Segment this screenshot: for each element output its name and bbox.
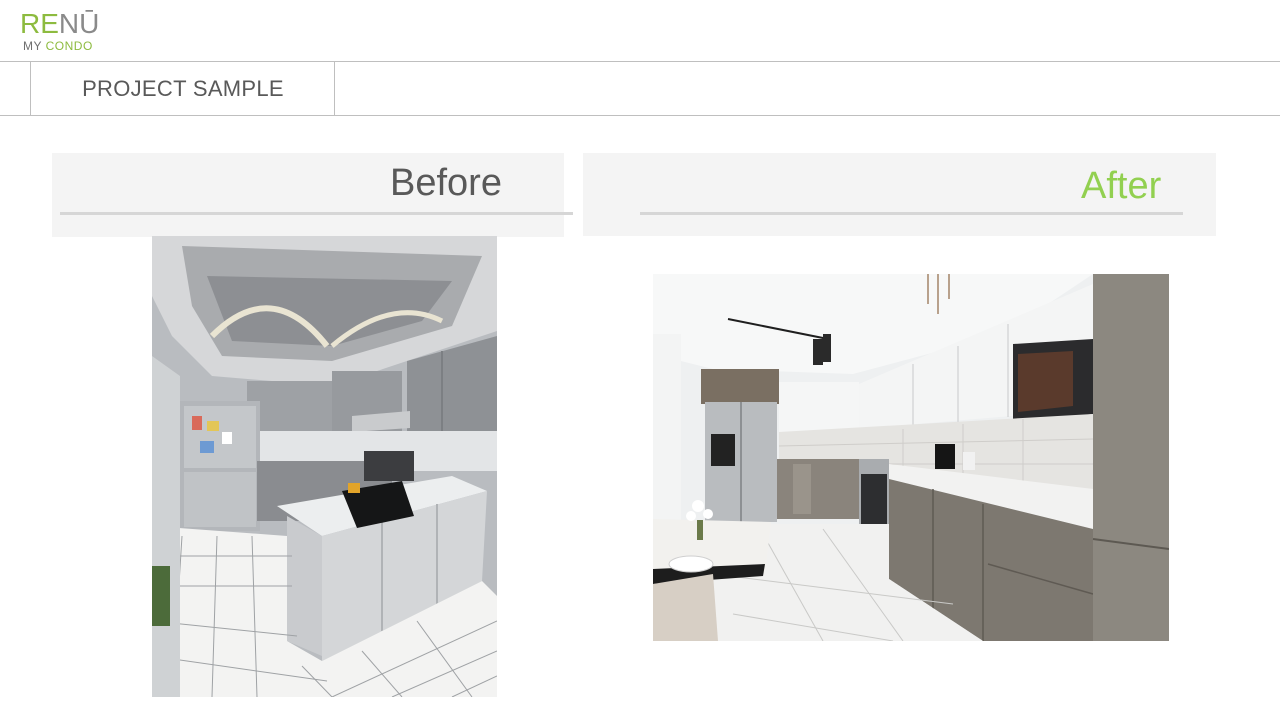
- kitchen-after-photo: [653, 274, 1169, 641]
- logo-tagline: MY CONDO: [23, 39, 93, 53]
- logo-wordmark: RENŪ: [20, 8, 100, 39]
- before-heading: Before: [390, 162, 502, 204]
- before-heading-panel: Before: [52, 153, 573, 237]
- after-heading-panel: After: [583, 153, 1216, 236]
- header-bottom-divider: [0, 115, 1280, 116]
- after-heading-rule: [640, 212, 1183, 215]
- page-title: PROJECT SAMPLE: [82, 75, 284, 101]
- renu-my-condo-logo: RENŪ MY CONDO: [20, 8, 110, 56]
- kitchen-before-photo: [152, 236, 497, 697]
- after-heading: After: [1081, 165, 1162, 207]
- before-heading-rule: [60, 212, 573, 215]
